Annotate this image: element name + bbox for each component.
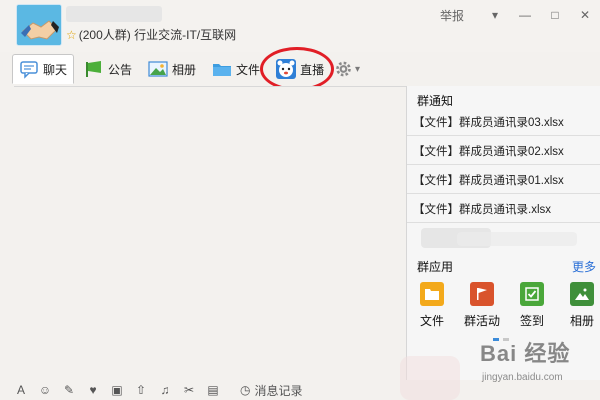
- tab-file-label: 文件: [236, 62, 261, 77]
- star-icon: ☆: [66, 28, 77, 42]
- music-icon[interactable]: ♫: [158, 383, 172, 397]
- watermark-url: jingyan.baidu.com: [482, 372, 563, 383]
- chat-header: ☆ (200人群) 行业交流-IT/互联网 举报 ▾ — □ ✕: [0, 0, 600, 52]
- group-apps: 文件 群活动 签到 相册: [407, 282, 600, 332]
- blurred-content: [457, 232, 577, 246]
- group-info: ☆ (200人群) 行业交流-IT/互联网: [66, 26, 236, 43]
- chevron-down-icon[interactable]: ▾: [480, 0, 510, 30]
- clock-icon: ◷: [240, 383, 251, 397]
- folder-icon: [213, 64, 232, 76]
- image-icon[interactable]: ▣: [110, 383, 124, 397]
- group-toolbar: 聊天 公告 相册 文件 直播 ▾: [12, 47, 360, 91]
- upload-icon[interactable]: ⇧: [134, 383, 148, 397]
- group-info-text: (200人群) 行业交流-IT/互联网: [78, 28, 237, 42]
- blurred-content: [400, 356, 460, 400]
- notice-title: 群通知: [417, 94, 454, 108]
- app-checkin-label: 签到: [519, 314, 544, 328]
- tab-file[interactable]: 文件: [206, 54, 266, 84]
- app-file[interactable]: 文件: [409, 282, 455, 329]
- group-avatar[interactable]: [16, 4, 62, 46]
- message-record-label: 消息记录: [254, 383, 303, 398]
- font-icon[interactable]: A: [14, 383, 28, 397]
- screenshot-icon[interactable]: ✂: [182, 383, 196, 397]
- tab-album[interactable]: 相册: [142, 54, 202, 84]
- apps-title: 群应用: [417, 260, 454, 274]
- tab-live-label: 直播: [300, 62, 325, 77]
- settings-menu[interactable]: ▾: [334, 56, 360, 82]
- input-toolbar: A ☺ ✎ ♥ ▣ ⇧ ♫ ✂ ▤ ◷ 消息记录: [14, 380, 406, 400]
- live-tab-wrapper: 直播: [260, 47, 335, 91]
- notice-file-item[interactable]: 【文件】群成员通讯录03.xlsx: [407, 108, 600, 136]
- report-link[interactable]: 举报: [440, 7, 464, 24]
- watermark-logo: Bai 经验 jingyan.baidu.com: [460, 332, 600, 400]
- notice-file-item[interactable]: 【文件】群成员通讯录02.xlsx: [407, 137, 600, 165]
- more-icon[interactable]: ▤: [206, 383, 220, 397]
- checkbox-icon: [520, 282, 544, 306]
- app-activity[interactable]: 群活动: [459, 282, 505, 329]
- tab-chat-label: 聊天: [43, 62, 68, 77]
- tab-album-label: 相册: [172, 62, 197, 77]
- app-file-label: 文件: [419, 314, 444, 328]
- notice-file-item[interactable]: 【文件】群成员通讯录01.xlsx: [407, 166, 600, 194]
- gift-icon[interactable]: ♥: [86, 383, 100, 397]
- tab-announcement-label: 公告: [108, 62, 133, 77]
- emoji-icon[interactable]: ☺: [38, 383, 52, 397]
- notice-file-item[interactable]: 【文件】群成员通讯录.xlsx: [407, 195, 600, 223]
- flag-icon: [470, 282, 494, 306]
- tab-announcement[interactable]: 公告: [78, 54, 138, 84]
- shake-icon[interactable]: ✎: [62, 383, 76, 397]
- picture-icon: [570, 282, 594, 306]
- window-actions: 举报 ▾ — □ ✕: [440, 0, 600, 30]
- chat-bubble-icon: [20, 61, 38, 79]
- message-area[interactable]: [14, 86, 406, 376]
- picture-icon: [148, 61, 168, 77]
- message-record-button[interactable]: ◷ 消息记录: [240, 382, 303, 399]
- live-mascot-icon: [276, 59, 297, 79]
- megaphone-icon: [86, 61, 102, 77]
- chevron-down-icon: ▾: [355, 63, 361, 75]
- tab-chat[interactable]: 聊天: [12, 54, 75, 84]
- maximize-icon[interactable]: □: [540, 0, 570, 30]
- group-name-blurred: [66, 6, 162, 22]
- app-album-label: 相册: [569, 314, 594, 328]
- app-checkin[interactable]: 签到: [509, 282, 555, 329]
- app-album[interactable]: 相册: [559, 282, 600, 329]
- apps-more-link[interactable]: 更多: [572, 258, 596, 275]
- watermark-brand: Bai 经验: [480, 341, 571, 366]
- close-icon[interactable]: ✕: [570, 0, 600, 30]
- minimize-icon[interactable]: —: [510, 0, 540, 30]
- gear-icon: [336, 61, 351, 77]
- handshake-icon: [17, 5, 61, 45]
- tab-live[interactable]: 直播: [270, 54, 330, 84]
- folder-icon: [420, 282, 444, 306]
- app-activity-label: 群活动: [463, 314, 500, 328]
